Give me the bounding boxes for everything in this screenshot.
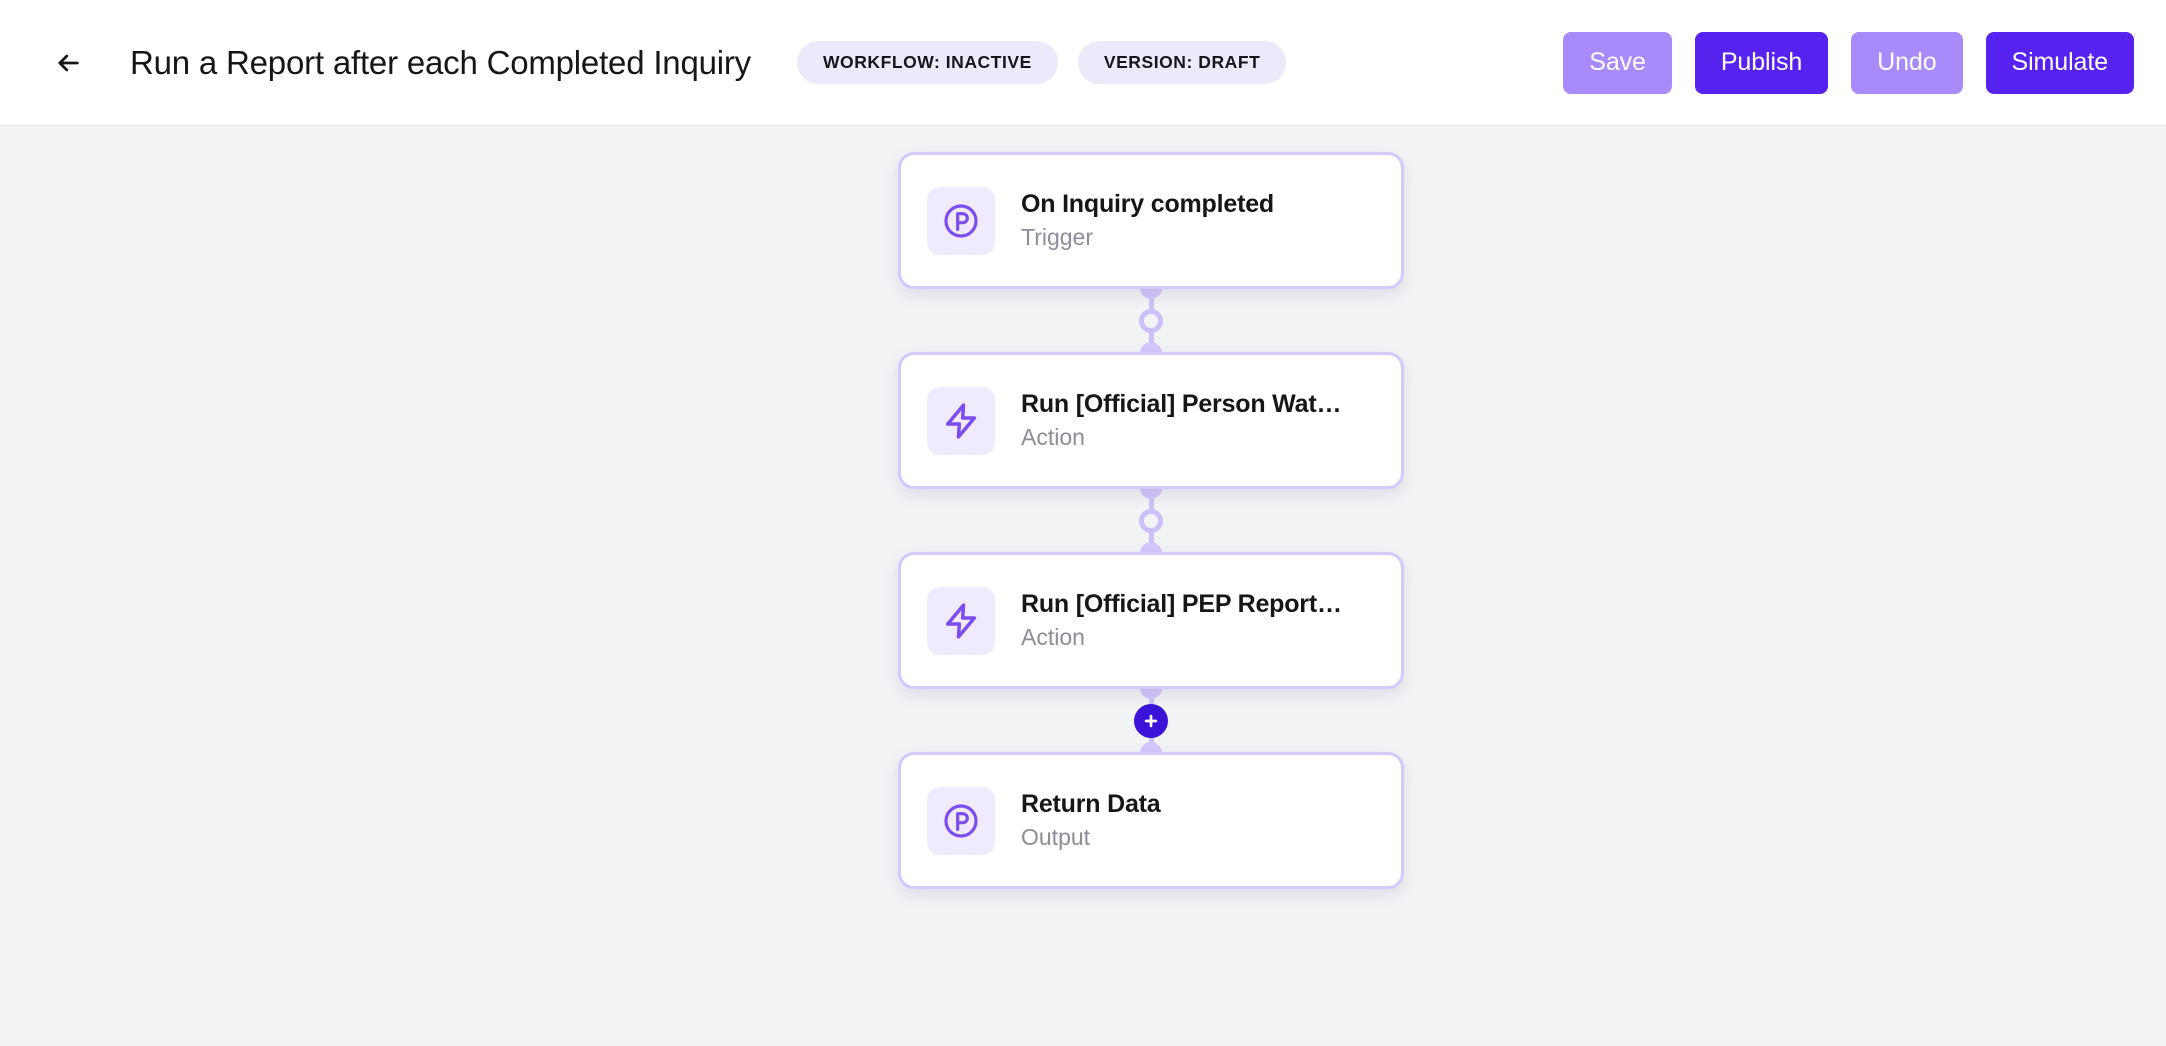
arrow-left-icon xyxy=(54,49,82,77)
status-badge-workflow: WORKFLOW: INACTIVE xyxy=(796,40,1058,85)
status-badges: WORKFLOW: INACTIVE VERSION: DRAFT xyxy=(796,40,1287,85)
workflow-node-action-pep-report[interactable]: Run [Official] PEP Report… Action xyxy=(898,552,1404,689)
node-subtitle: Action xyxy=(1021,624,1085,651)
add-step-button[interactable] xyxy=(1134,703,1168,738)
node-connector xyxy=(898,477,1404,564)
circled-p-icon xyxy=(927,786,995,855)
connector-ring-icon[interactable] xyxy=(1139,508,1163,533)
node-text: Run [Official] PEP Report… Action xyxy=(1021,590,1342,652)
connector-ring-icon[interactable] xyxy=(1139,308,1163,333)
circled-p-icon xyxy=(927,186,995,255)
workflow-node-trigger[interactable]: On Inquiry completed Trigger xyxy=(898,152,1404,289)
node-text: Return Data Output xyxy=(1021,790,1161,852)
node-subtitle: Action xyxy=(1021,424,1085,451)
header-actions: Save Publish Undo Simulate xyxy=(1563,31,2134,94)
node-text: On Inquiry completed Trigger xyxy=(1021,190,1274,252)
node-title: Run [Official] PEP Report… xyxy=(1021,589,1342,618)
node-title: Return Data xyxy=(1021,789,1161,818)
page-title: Run a Report after each Completed Inquir… xyxy=(130,44,751,81)
workflow-node-output[interactable]: Return Data Output xyxy=(898,752,1404,889)
undo-button[interactable]: Undo xyxy=(1851,31,1963,94)
zap-icon xyxy=(927,586,995,655)
node-subtitle: Trigger xyxy=(1021,224,1093,251)
simulate-button[interactable]: Simulate xyxy=(1985,31,2134,94)
workflow-node-action-person-watch[interactable]: Run [Official] Person Wat… Action xyxy=(898,352,1404,489)
workflow-canvas[interactable]: On Inquiry completed Trigger Run [Offici… xyxy=(0,126,2166,1046)
app-header: Run a Report after each Completed Inquir… xyxy=(0,0,2166,126)
node-title: Run [Official] Person Wat… xyxy=(1021,389,1342,418)
zap-icon xyxy=(927,386,995,455)
node-subtitle: Output xyxy=(1021,824,1091,851)
node-text: Run [Official] Person Wat… Action xyxy=(1021,390,1341,452)
node-connector xyxy=(898,277,1404,364)
node-title: On Inquiry completed xyxy=(1021,189,1274,218)
save-button[interactable]: Save xyxy=(1563,31,1672,94)
workflow-flow: On Inquiry completed Trigger Run [Offici… xyxy=(898,152,1404,889)
node-connector-with-add xyxy=(898,677,1404,764)
publish-button[interactable]: Publish xyxy=(1694,31,1829,94)
plus-icon xyxy=(1142,712,1160,730)
status-badge-version: VERSION: DRAFT xyxy=(1077,40,1287,85)
back-button[interactable] xyxy=(46,41,90,85)
